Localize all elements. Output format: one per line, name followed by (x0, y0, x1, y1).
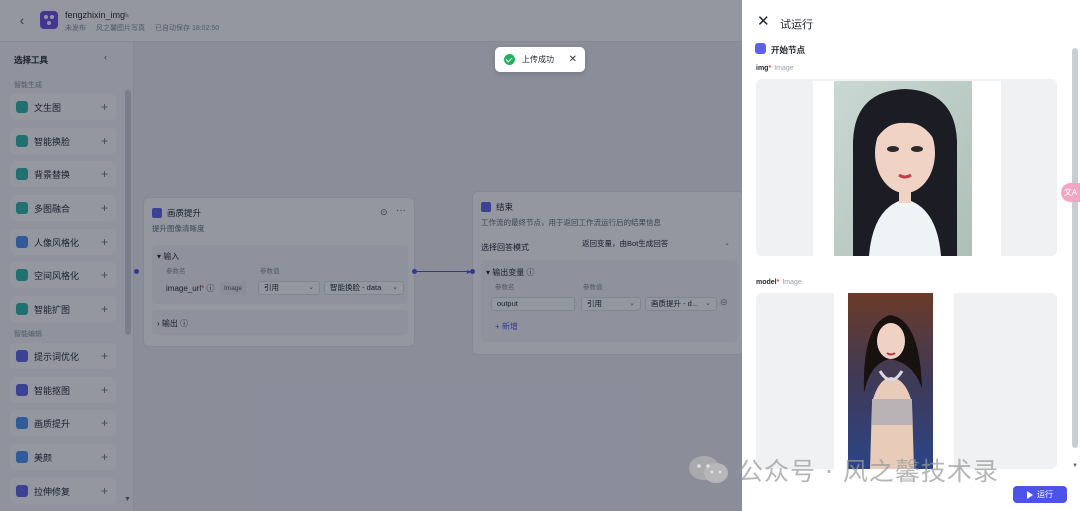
success-check-icon (504, 54, 515, 65)
run-button[interactable]: 运行 (1013, 486, 1067, 503)
watermark-text: 公众号 · 风之馨技术录 (738, 457, 999, 486)
model-upload-box[interactable] (756, 293, 1057, 469)
param-label-img: img* Image (756, 65, 794, 72)
start-node-label: 开始节点 (771, 45, 806, 55)
img-upload-box[interactable] (756, 79, 1057, 256)
test-run-panel: ✕ 试运行 开始节点 img* Image model* Image ▼ 运行 (742, 0, 1080, 511)
watermark: 公众号 · 风之馨技术录 (688, 452, 999, 488)
param-type: Image (782, 279, 802, 286)
panel-title: 试运行 (780, 19, 813, 31)
param-name: img (756, 65, 769, 72)
param-label-model: model* Image (756, 279, 802, 286)
play-icon (1027, 490, 1033, 499)
close-icon[interactable]: ✕ (569, 54, 577, 65)
uploaded-image-img (813, 81, 1001, 256)
scroll-down-icon[interactable]: ▼ (1072, 463, 1078, 469)
translate-float-button[interactable]: 文A (1061, 183, 1080, 202)
param-type: Image (774, 65, 794, 72)
run-button-label: 运行 (1037, 490, 1053, 499)
upload-success-toast: 上传成功 ✕ (495, 47, 585, 72)
panel-scrollbar[interactable] (1072, 48, 1078, 448)
toast-message: 上传成功 (522, 55, 554, 64)
start-node-icon (755, 43, 766, 54)
close-icon[interactable]: ✕ (757, 13, 770, 31)
wechat-icon (688, 455, 730, 485)
uploaded-image-model (834, 293, 954, 469)
param-name: model (756, 279, 777, 286)
modal-overlay[interactable] (0, 0, 742, 511)
